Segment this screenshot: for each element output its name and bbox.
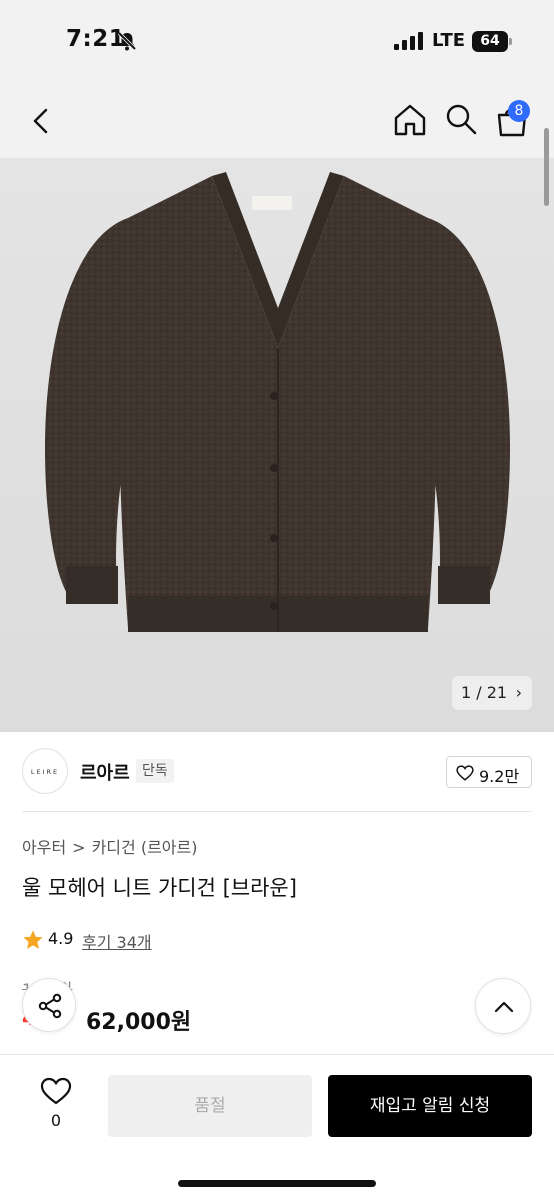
breadcrumb-separator: >: [72, 838, 86, 857]
brand-row[interactable]: LEIRE 르아르 단독 9.2만: [22, 748, 532, 796]
brand-like-button[interactable]: 9.2만: [446, 756, 532, 788]
divider: [22, 811, 532, 812]
rating-value: 4.9: [48, 929, 74, 948]
image-counter[interactable]: 1 / 21 ›: [452, 676, 532, 710]
breadcrumb: 아우터 > 카디건 (르아르): [22, 834, 197, 858]
home-indicator: [178, 1180, 376, 1187]
heart-icon[interactable]: [40, 1077, 72, 1105]
home-icon[interactable]: [392, 102, 428, 138]
scroll-top-button[interactable]: [475, 978, 531, 1034]
cart-badge: 8: [508, 100, 530, 122]
bottom-action-bar: 0 품절 재입고 알림 신청: [0, 1054, 554, 1200]
brand-logo[interactable]: LEIRE: [22, 748, 68, 794]
search-icon[interactable]: [444, 102, 478, 136]
signal-icon: [394, 32, 423, 50]
battery-level: 64: [472, 31, 508, 52]
product-image[interactable]: [0, 158, 554, 732]
scrollbar[interactable]: [544, 128, 549, 206]
status-bar: 7:21 LTE 64: [0, 0, 554, 84]
brand-like-count: 9.2만: [479, 767, 520, 786]
heart-icon: [456, 765, 474, 781]
back-icon[interactable]: [24, 104, 58, 138]
restock-alert-button[interactable]: 재입고 알림 신청: [328, 1075, 532, 1137]
breadcrumb-item[interactable]: 아우터: [22, 838, 66, 857]
share-button[interactable]: [22, 978, 76, 1032]
chevron-up-icon: [494, 1001, 514, 1013]
breadcrumb-item[interactable]: 카디건 (르아르): [92, 838, 198, 857]
product-title: 울 모헤어 니트 가디건 [브라운]: [22, 876, 297, 900]
soldout-button: 품절: [108, 1075, 312, 1137]
chevron-right-icon: ›: [515, 683, 522, 702]
nav-bar: [0, 84, 554, 158]
battery-icon: 64: [472, 31, 512, 52]
sale-price: 62,000원: [86, 1010, 192, 1035]
wish-count: 0: [50, 1111, 62, 1130]
brand-name[interactable]: 르아르: [80, 759, 130, 785]
exclusive-badge: 단독: [136, 759, 174, 783]
network-type: LTE: [432, 30, 466, 51]
share-icon: [38, 993, 62, 1019]
cardigan-image: [45, 172, 510, 632]
bell-muted-icon: [117, 31, 137, 51]
image-counter-text: 1 / 21: [461, 683, 508, 702]
review-link[interactable]: 후기 34개: [82, 929, 152, 953]
star-icon: [23, 930, 43, 949]
